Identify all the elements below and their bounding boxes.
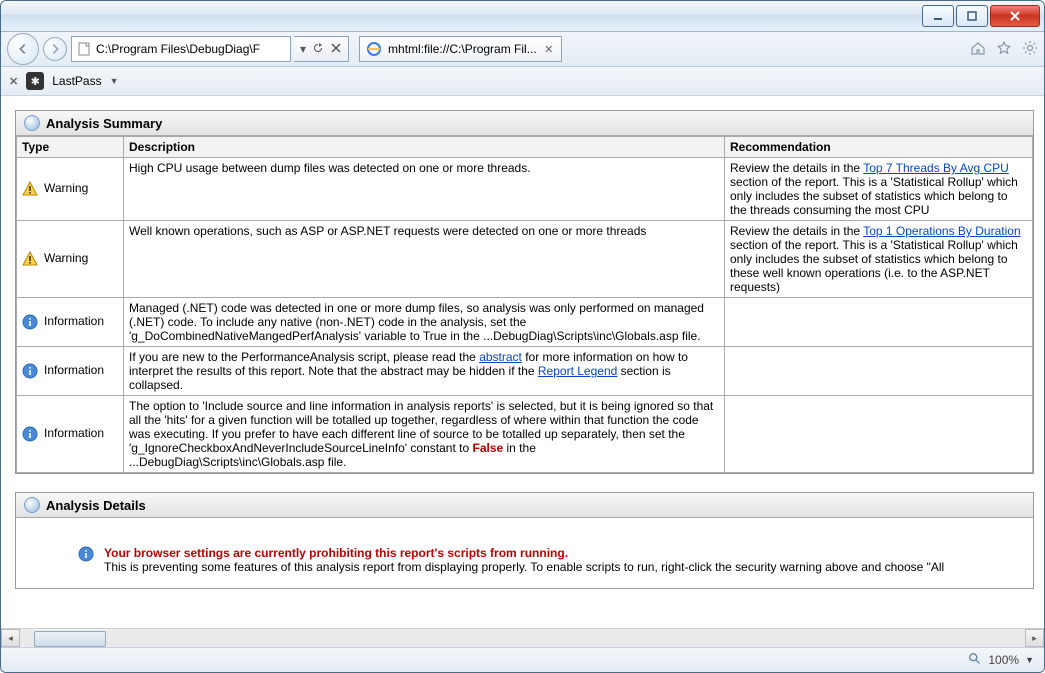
toolbar-dropdown[interactable]: ▼ (110, 76, 119, 86)
tab-title: mhtml:file://C:\Program Fil... (388, 42, 537, 56)
bullet-icon (24, 115, 40, 131)
type-label: Warning (44, 251, 88, 265)
tab-close-button[interactable]: ✕ (543, 43, 555, 55)
nav-bar: C:\Program Files\DebugDiag\F ▾ mhtml:fil… (1, 32, 1044, 67)
warning-icon (22, 251, 38, 267)
table-row: Warning High CPU usage between dump file… (17, 158, 1033, 221)
analysis-summary-header[interactable]: Analysis Summary (16, 111, 1033, 136)
close-button[interactable] (990, 5, 1040, 27)
table-row: Information The option to 'Include sourc… (17, 396, 1033, 473)
info-icon (22, 363, 38, 379)
script-warning-text: This is preventing some features of this… (104, 560, 944, 574)
window-titlebar (1, 1, 1044, 32)
gear-icon (1022, 40, 1038, 56)
type-label: Information (44, 314, 104, 328)
table-row: Warning Well known operations, such as A… (17, 221, 1033, 298)
arrow-left-icon (16, 42, 30, 56)
address-text: C:\Program Files\DebugDiag\F (96, 42, 260, 56)
description-cell: Managed (.NET) code was detected in one … (124, 298, 725, 347)
zoom-icon[interactable] (968, 652, 982, 669)
back-button[interactable] (7, 33, 39, 65)
favorites-button[interactable] (996, 40, 1012, 59)
file-icon (76, 41, 92, 57)
table-row: Information Managed (.NET) code was dete… (17, 298, 1033, 347)
info-icon (22, 426, 38, 442)
info-icon (22, 314, 38, 330)
rec-link[interactable]: Top 1 Operations By Duration (863, 224, 1020, 238)
false-constant: False (472, 441, 503, 455)
minimize-button[interactable] (922, 5, 954, 27)
address-dropdown[interactable]: ▾ (300, 42, 306, 56)
description-cell: If you are new to the PerformanceAnalysi… (124, 347, 725, 396)
col-description: Description (124, 137, 725, 158)
analysis-details-title: Analysis Details (46, 498, 146, 513)
home-button[interactable] (970, 40, 986, 59)
scroll-track[interactable] (20, 630, 1025, 646)
type-label: Information (44, 426, 104, 440)
zoom-level[interactable]: 100% (988, 653, 1019, 667)
recommendation-cell (725, 347, 1033, 396)
recommendation-cell: Review the details in the Top 1 Operatio… (725, 221, 1033, 298)
warning-icon (22, 181, 38, 197)
recommendation-cell (725, 298, 1033, 347)
col-type: Type (17, 137, 124, 158)
rec-link[interactable]: Top 7 Threads By Avg CPU (863, 161, 1009, 175)
report-legend-link[interactable]: Report Legend (538, 364, 617, 378)
page-viewport[interactable]: Analysis Summary Type Description Recomm… (1, 96, 1044, 628)
horizontal-scrollbar[interactable]: ◂ ▸ (1, 628, 1044, 647)
tools-button[interactable] (1022, 40, 1038, 59)
bullet-icon (24, 497, 40, 513)
info-icon (78, 546, 94, 565)
toolbar-close[interactable]: ✕ (9, 75, 18, 88)
refresh-button[interactable] (312, 42, 324, 57)
analysis-details-panel: Analysis Details Your browser settings a… (15, 492, 1034, 589)
type-label: Warning (44, 181, 88, 195)
ie-icon (366, 41, 382, 57)
scroll-left-button[interactable]: ◂ (1, 629, 20, 647)
table-row: Information If you are new to the Perfor… (17, 347, 1033, 396)
zoom-dropdown[interactable]: ▼ (1025, 655, 1034, 665)
address-bar[interactable]: C:\Program Files\DebugDiag\F (71, 36, 291, 62)
description-cell: Well known operations, such as ASP or AS… (124, 221, 725, 298)
analysis-details-header[interactable]: Analysis Details (16, 493, 1033, 518)
recommendation-cell (725, 396, 1033, 473)
refresh-icon (312, 42, 324, 54)
home-icon (970, 40, 986, 56)
star-icon (996, 40, 1012, 56)
type-label: Information (44, 363, 104, 377)
script-warning-heading: Your browser settings are currently proh… (104, 546, 944, 560)
status-bar: 100% ▼ (1, 647, 1044, 672)
stop-button[interactable] (330, 42, 342, 57)
extension-toolbar: ✕ ✱ LastPass ▼ (1, 67, 1044, 96)
scroll-right-button[interactable]: ▸ (1025, 629, 1044, 647)
analysis-summary-panel: Analysis Summary Type Description Recomm… (15, 110, 1034, 474)
description-cell: High CPU usage between dump files was de… (124, 158, 725, 221)
col-recommendation: Recommendation (725, 137, 1033, 158)
arrow-right-icon (48, 42, 62, 56)
browser-window: C:\Program Files\DebugDiag\F ▾ mhtml:fil… (0, 0, 1045, 673)
lastpass-icon[interactable]: ✱ (26, 72, 44, 90)
scroll-thumb[interactable] (34, 631, 106, 647)
toolbar-app-label: LastPass (52, 74, 101, 88)
stop-icon (330, 42, 342, 54)
maximize-button[interactable] (956, 5, 988, 27)
description-cell: The option to 'Include source and line i… (124, 396, 725, 473)
recommendation-cell: Review the details in the Top 7 Threads … (725, 158, 1033, 221)
address-controls: ▾ (294, 36, 349, 62)
analysis-summary-title: Analysis Summary (46, 116, 162, 131)
abstract-link[interactable]: abstract (479, 350, 522, 364)
summary-table: Type Description Recommendation Warning … (16, 136, 1033, 473)
browser-tab[interactable]: mhtml:file://C:\Program Fil... ✕ (359, 36, 562, 62)
forward-button[interactable] (43, 37, 67, 61)
